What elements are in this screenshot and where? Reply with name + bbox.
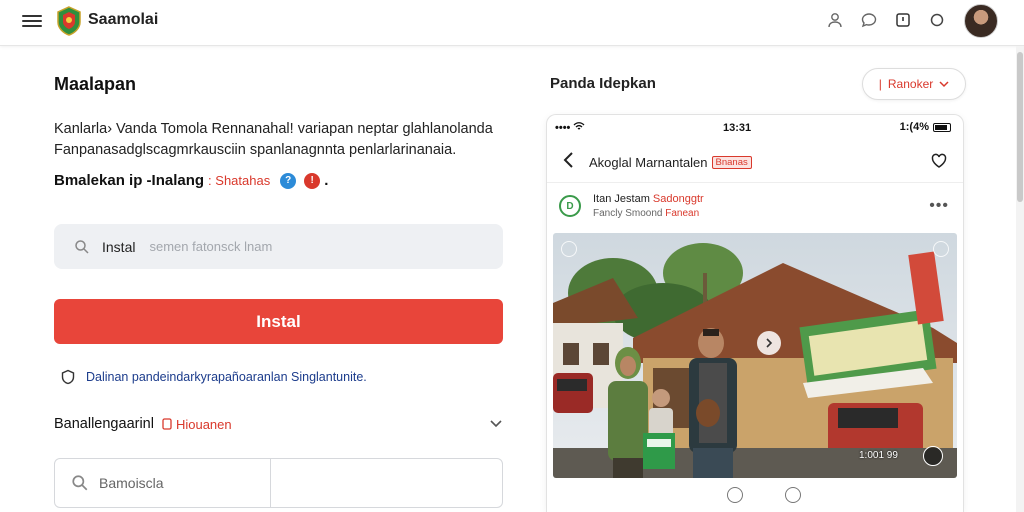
top-bar: Saamolai xyxy=(0,0,1024,46)
preview-title: Panda Idepkan xyxy=(550,75,656,92)
user-icon[interactable] xyxy=(826,11,844,29)
post-photo[interactable]: 1:001 99 xyxy=(553,233,957,478)
search-input[interactable] xyxy=(149,239,400,254)
filter-dropdown-button[interactable]: | Ranoker xyxy=(862,68,966,100)
install-button[interactable]: Instal xyxy=(54,299,503,344)
filter-divider: | xyxy=(878,77,882,91)
app-title-badge: Bnanas xyxy=(711,156,752,169)
document-icon xyxy=(162,418,172,430)
chevron-down-icon xyxy=(939,81,949,88)
post-actions xyxy=(727,487,801,503)
bookmark-icon[interactable] xyxy=(894,11,912,29)
phone-status-bar: •••• 13:31 1:(4% xyxy=(547,115,963,141)
subheading-tag: : Shatahas xyxy=(208,173,271,188)
bottom-secondary-field[interactable] xyxy=(271,459,502,507)
photo-location-icon[interactable] xyxy=(561,241,577,257)
photo-control-icon[interactable] xyxy=(923,446,943,466)
search-label: Instal xyxy=(102,238,136,255)
section-tag: Hiouanen xyxy=(162,417,232,432)
top-icons xyxy=(826,11,946,29)
phone-preview: •••• 13:31 1:(4% Akoglal Marnantalen Bna… xyxy=(546,114,964,512)
app-title: Akoglal Marnantalen Bnanas xyxy=(589,155,752,170)
photo-expand-icon[interactable] xyxy=(933,241,949,257)
info-link-text: Dalinan pandeindarkyrapañoaranlan Singla… xyxy=(86,370,367,384)
page-title: Maalapan xyxy=(54,74,137,94)
bottom-search-placeholder: Bamoiscla xyxy=(99,475,164,491)
notification-icon[interactable] xyxy=(928,11,946,29)
share-icon[interactable] xyxy=(785,487,801,503)
filter-label: Ranoker xyxy=(887,77,934,91)
village-scene-image xyxy=(553,233,957,478)
user-avatar[interactable] xyxy=(964,4,998,38)
more-options-icon[interactable]: ••• xyxy=(929,197,949,215)
brand-name: Saamolai xyxy=(88,11,159,28)
post-header: D Itan Jestam Sadonggtr Fancly Smoond Fa… xyxy=(557,193,955,223)
search-field[interactable]: Instal xyxy=(54,224,503,269)
subheading-text: Bmalekan ip -Inalang xyxy=(54,172,205,189)
app-title-text: Akoglal Marnantalen xyxy=(589,155,708,170)
bottom-search-group: Bamoiscla xyxy=(54,458,503,508)
shield-icon xyxy=(61,369,75,385)
brand-logo-icon xyxy=(57,6,81,36)
section-label: Banallengaarinl xyxy=(54,416,154,432)
battery-indicator: 1:(4% xyxy=(900,121,951,133)
chat-icon[interactable] xyxy=(860,11,878,29)
photo-counter: 1:001 99 xyxy=(859,450,898,461)
search-icon xyxy=(75,239,89,254)
post-meta: Fancly Smoond Fanean xyxy=(593,208,700,219)
section-dropdown[interactable]: Banallengaarinl Hiouanen xyxy=(54,414,503,434)
info-icon[interactable]: ? xyxy=(280,172,297,189)
phone-time: 13:31 xyxy=(723,122,752,134)
alert-icon[interactable]: ! xyxy=(304,172,321,189)
post-author-avatar[interactable]: D xyxy=(559,195,581,217)
heart-icon[interactable] xyxy=(931,153,947,169)
signal-icon: •••• xyxy=(555,122,585,134)
battery-icon xyxy=(933,122,951,132)
comment-icon[interactable] xyxy=(727,487,743,503)
chevron-down-icon[interactable] xyxy=(489,416,503,430)
section-tag-text: Hiouanen xyxy=(175,416,232,432)
battery-text: 1:(4% xyxy=(899,121,929,133)
chevron-right-icon[interactable] xyxy=(757,331,781,355)
page-description: Kanlarla› Vanda Tomola Rennanahal! varia… xyxy=(54,121,493,158)
subheading-period: . xyxy=(324,172,329,189)
scrollbar-thumb[interactable] xyxy=(1017,52,1023,202)
page-scrollbar[interactable] xyxy=(1016,46,1024,512)
post-author-name[interactable]: Itan Jestam Sadonggtr xyxy=(593,193,704,205)
bottom-search-field[interactable]: Bamoiscla xyxy=(55,459,271,507)
app-header: Akoglal Marnantalen Bnanas xyxy=(547,141,963,183)
info-link[interactable]: Dalinan pandeindarkyrapañoaranlan Singla… xyxy=(60,369,367,385)
search-icon xyxy=(72,475,88,491)
hamburger-menu-icon[interactable] xyxy=(22,12,42,30)
back-arrow-icon[interactable] xyxy=(561,151,577,169)
subheading: Bmalekan ip -Inalang : Shatahas ? ! . xyxy=(54,172,328,189)
